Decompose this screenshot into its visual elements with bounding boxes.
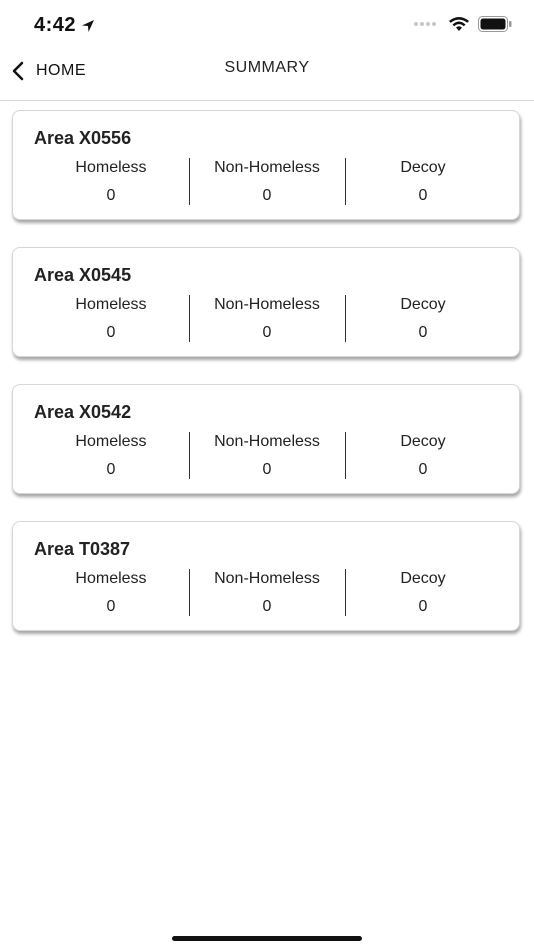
- cellular-signal-icon: [414, 17, 440, 31]
- home-indicator[interactable]: [172, 936, 362, 941]
- stat-value: 0: [262, 324, 272, 341]
- status-bar: 4:42: [0, 0, 534, 50]
- area-title: Area X0556: [34, 128, 132, 148]
- status-time-text: 4:42: [34, 14, 77, 36]
- stat-non-homeless: Non-Homeless 0: [189, 295, 345, 342]
- stat-decoy: Decoy 0: [345, 569, 501, 616]
- stat-non-homeless: Non-Homeless 0: [189, 432, 345, 479]
- stat-non-homeless: Non-Homeless 0: [189, 569, 345, 616]
- wifi-icon: [449, 17, 469, 31]
- stat-label: Homeless: [75, 159, 147, 176]
- stat-label: Decoy: [400, 433, 446, 450]
- stat-homeless: Homeless 0: [33, 295, 189, 342]
- stat-non-homeless: Non-Homeless 0: [189, 158, 345, 205]
- stat-label: Decoy: [400, 296, 446, 313]
- stats-row: Homeless 0 Non-Homeless 0 Decoy 0: [33, 295, 501, 342]
- stat-label: Homeless: [75, 296, 147, 313]
- stat-homeless: Homeless 0: [33, 569, 189, 616]
- stat-label: Homeless: [75, 570, 147, 587]
- stat-label: Decoy: [400, 159, 446, 176]
- stats-row: Homeless 0 Non-Homeless 0 Decoy 0: [33, 158, 501, 205]
- stat-label: Non-Homeless: [214, 296, 320, 313]
- location-arrow-icon: [82, 19, 95, 32]
- stat-value: 0: [418, 324, 428, 341]
- area-title: Area X0542: [34, 402, 132, 422]
- area-title: Area T0387: [34, 539, 131, 559]
- stat-value: 0: [106, 598, 116, 615]
- area-title: Area X0545: [34, 265, 132, 285]
- page-title: SUMMARY: [224, 59, 310, 76]
- stat-value: 0: [418, 187, 428, 204]
- stats-row: Homeless 0 Non-Homeless 0 Decoy 0: [33, 432, 501, 479]
- stat-decoy: Decoy 0: [345, 158, 501, 205]
- stat-label: Non-Homeless: [214, 570, 320, 587]
- area-card[interactable]: Area X0545 Homeless 0 Non-Homeless 0 Dec…: [12, 247, 520, 357]
- stat-decoy: Decoy 0: [345, 432, 501, 479]
- navigation-bar: HOME SUMMARY: [0, 50, 534, 101]
- stat-value: 0: [106, 187, 116, 204]
- stat-value: 0: [418, 461, 428, 478]
- stat-homeless: Homeless 0: [33, 432, 189, 479]
- status-icons: [414, 16, 512, 32]
- stat-value: 0: [262, 187, 272, 204]
- stat-decoy: Decoy 0: [345, 295, 501, 342]
- stat-value: 0: [106, 461, 116, 478]
- stat-label: Decoy: [400, 570, 446, 587]
- stats-row: Homeless 0 Non-Homeless 0 Decoy 0: [33, 569, 501, 616]
- battery-icon: [478, 16, 512, 32]
- area-card[interactable]: Area X0542 Homeless 0 Non-Homeless 0 Dec…: [12, 384, 520, 494]
- stat-label: Homeless: [75, 433, 147, 450]
- stat-value: 0: [418, 598, 428, 615]
- stat-value: 0: [262, 461, 272, 478]
- area-card[interactable]: Area T0387 Homeless 0 Non-Homeless 0 Dec…: [12, 521, 520, 631]
- stat-value: 0: [106, 324, 116, 341]
- stat-label: Non-Homeless: [214, 433, 320, 450]
- summary-screen: 4:42 HOME SUMMARY Area X0556 Homeless 0 …: [0, 0, 534, 950]
- stat-homeless: Homeless 0: [33, 158, 189, 205]
- stat-label: Non-Homeless: [214, 159, 320, 176]
- stat-value: 0: [262, 598, 272, 615]
- status-time: 4:42: [34, 14, 96, 37]
- area-card[interactable]: Area X0556 Homeless 0 Non-Homeless 0 Dec…: [12, 110, 520, 220]
- area-card-list: Area X0556 Homeless 0 Non-Homeless 0 Dec…: [12, 110, 522, 658]
